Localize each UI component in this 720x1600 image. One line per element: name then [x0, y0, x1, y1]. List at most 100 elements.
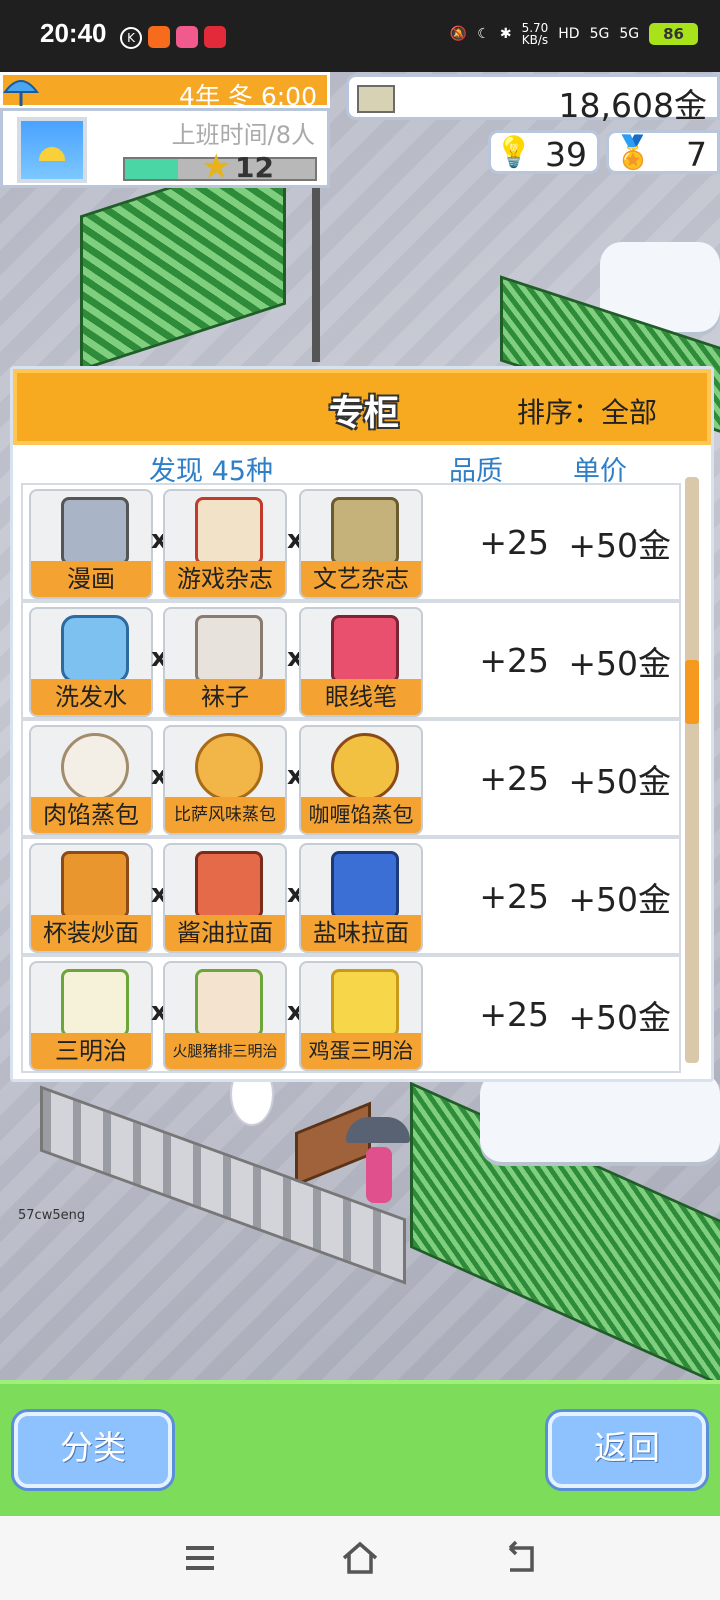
- comic-icon: [61, 497, 129, 565]
- item-card[interactable]: 火腿猪排三明治: [163, 961, 287, 1071]
- item-name: 三明治: [31, 1033, 151, 1069]
- item-name: 杯装炒面: [31, 915, 151, 951]
- item-card[interactable]: 洗发水: [29, 607, 153, 717]
- curry-bun-icon: [331, 733, 399, 801]
- panel-header: 专柜 排序：全部: [13, 369, 711, 445]
- money-value: 18,608金: [558, 86, 707, 125]
- item-name: 肉馅蒸包: [31, 797, 151, 833]
- panel-title: 专柜: [329, 394, 400, 434]
- shampoo-icon: [61, 615, 129, 683]
- item-card[interactable]: 漫画: [29, 489, 153, 599]
- soy-ramen-icon: [195, 851, 263, 919]
- ideas-value: 39: [545, 135, 587, 174]
- cup-yakisoba-icon: [61, 851, 129, 919]
- home-icon[interactable]: [340, 1538, 380, 1578]
- quality-value: +25: [479, 877, 549, 916]
- star-icon: ★: [201, 147, 232, 187]
- shop-rank: 12: [235, 151, 274, 184]
- item-card[interactable]: 比萨风味蒸包: [163, 725, 287, 835]
- ideas-display: 💡 39: [488, 130, 600, 174]
- app-notification-icon: [176, 26, 198, 48]
- eyeliner-icon: [331, 615, 399, 683]
- socks-icon: [195, 615, 263, 683]
- salt-ramen-icon: [331, 851, 399, 919]
- lightbulb-icon: 💡: [495, 135, 533, 170]
- pizza-bun-icon: [195, 733, 263, 801]
- watermark: 57cw5eng: [18, 1208, 86, 1223]
- combo-row[interactable]: 肉馅蒸包 x 比萨风味蒸包 x 咖喱馅蒸包 +25 +50金: [21, 719, 681, 837]
- k-icon: K: [120, 27, 142, 49]
- item-name: 鸡蛋三明治: [301, 1033, 421, 1069]
- character[interactable]: [346, 1117, 410, 1207]
- quality-value: +25: [479, 995, 549, 1034]
- egg-sandwich-icon: [331, 969, 399, 1037]
- umbrella: [346, 1117, 410, 1143]
- signal-icon: 5G: [619, 26, 640, 42]
- item-name: 盐味拉面: [301, 915, 421, 951]
- item-card[interactable]: 鸡蛋三明治: [299, 961, 423, 1071]
- shift-status: 上班时间/8人: [171, 121, 315, 149]
- item-name: 漫画: [31, 561, 151, 597]
- system-nav-bar: [0, 1516, 720, 1600]
- item-card[interactable]: 酱油拉面: [163, 843, 287, 953]
- item-card[interactable]: 咖喱馅蒸包: [299, 725, 423, 835]
- clock: 20:40: [40, 18, 107, 48]
- app-notification-icon: [148, 26, 170, 48]
- meat-bun-icon: [61, 733, 129, 801]
- item-card[interactable]: 肉馅蒸包: [29, 725, 153, 835]
- back-button[interactable]: 返回: [548, 1412, 706, 1488]
- quality-value: +25: [479, 641, 549, 680]
- ham-cutlet-sandwich-icon: [195, 969, 263, 1037]
- network-speed: 5.70 KB/s: [521, 21, 549, 47]
- item-card[interactable]: 三明治: [29, 961, 153, 1071]
- bottom-bar: 分类 返回: [0, 1380, 720, 1516]
- item-name: 文艺杂志: [301, 561, 421, 597]
- mute-icon: 🔕: [449, 26, 468, 42]
- item-name: 火腿猪排三明治: [165, 1033, 285, 1069]
- medal-icon: 🏅: [613, 133, 653, 171]
- item-name: 游戏杂志: [165, 561, 285, 597]
- item-card[interactable]: 袜子: [163, 607, 287, 717]
- shop-status-panel[interactable]: 上班时间/8人 ★ 12: [0, 108, 330, 188]
- signal-icon: 5G: [589, 26, 610, 42]
- combo-row[interactable]: 杯装炒面 x 酱油拉面 x 盐味拉面 +25 +50金: [21, 837, 681, 955]
- combo-row[interactable]: 漫画 x 游戏杂志 x 文艺杂志 +25 +50金: [21, 483, 681, 601]
- app-notification-icon: [204, 26, 226, 48]
- snowy-roof: [480, 1072, 720, 1162]
- scrollbar-thumb[interactable]: [685, 659, 699, 724]
- item-name: 眼线笔: [301, 679, 421, 715]
- umbrella-icon: [3, 80, 39, 106]
- money-display: 18,608金: [346, 74, 720, 125]
- price-value: +50金: [568, 644, 671, 683]
- item-card[interactable]: 眼线笔: [299, 607, 423, 717]
- menu-icon[interactable]: [180, 1538, 220, 1578]
- combo-list[interactable]: 漫画 x 游戏杂志 x 文艺杂志 +25 +50金 洗发水 x 袜子 x 眼线笔…: [21, 483, 681, 1079]
- weather-icon: [17, 117, 87, 183]
- medals-value: 7: [686, 135, 707, 174]
- list-scrollbar[interactable]: [685, 477, 699, 1063]
- item-card[interactable]: 盐味拉面: [299, 843, 423, 953]
- combo-row[interactable]: 洗发水 x 袜子 x 眼线笔 +25 +50金: [21, 601, 681, 719]
- combo-row[interactable]: 三明治 x 火腿猪排三明治 x 鸡蛋三明治 +25 +50金: [21, 955, 681, 1073]
- price-value: +50金: [568, 526, 671, 565]
- moon-icon: ☾: [477, 26, 490, 42]
- item-card[interactable]: 游戏杂志: [163, 489, 287, 599]
- item-card[interactable]: 文艺杂志: [299, 489, 423, 599]
- money-icon: [357, 85, 395, 113]
- back-icon[interactable]: [500, 1538, 540, 1578]
- item-card[interactable]: 杯装炒面: [29, 843, 153, 953]
- quality-value: +25: [479, 759, 549, 798]
- date-bar: 4年 冬 6:00: [0, 72, 330, 111]
- hd-icon: HD: [558, 26, 580, 42]
- status-bar: 20:40 K 🔕 ☾ ✱ 5.70 KB/s HD 5G 5G 86: [0, 0, 720, 72]
- item-name: 洗发水: [31, 679, 151, 715]
- street-lamp: [312, 182, 320, 362]
- character-body: [366, 1147, 392, 1203]
- item-name: 袜子: [165, 679, 285, 715]
- price-value: +50金: [568, 880, 671, 919]
- category-button[interactable]: 分类: [14, 1412, 172, 1488]
- price-value: +50金: [568, 998, 671, 1037]
- literary-magazine-icon: [331, 497, 399, 565]
- sort-button[interactable]: 排序：全部: [517, 391, 657, 431]
- sandwich-icon: [61, 969, 129, 1037]
